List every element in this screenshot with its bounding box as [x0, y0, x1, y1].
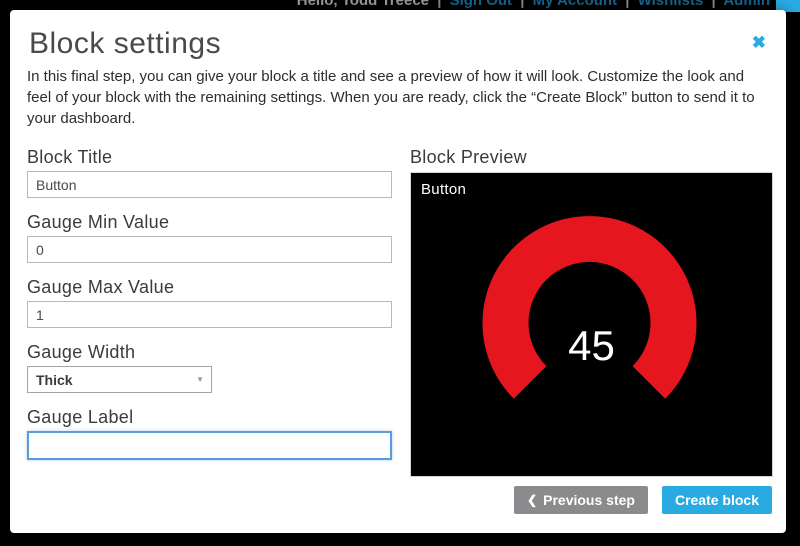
gauge-width-label: Gauge Width	[27, 341, 392, 363]
gauge-width-field-group: Gauge Width Thick ▼	[27, 341, 392, 393]
nav-separator: |	[621, 0, 633, 9]
site-nav: Hello, Todd Treece | Sign Out | My Accou…	[297, 0, 770, 9]
nav-separator: |	[708, 0, 720, 9]
nav-link-sign-out[interactable]: Sign Out	[450, 0, 513, 9]
gauge-arc-path	[483, 216, 697, 399]
create-block-label: Create block	[675, 492, 759, 508]
block-preview: Button 45	[410, 172, 773, 477]
gauge-width-select[interactable]: Thick	[27, 366, 212, 393]
modal-footer: ❮ Previous step Create block	[514, 486, 772, 514]
gauge-min-input[interactable]	[27, 236, 392, 263]
block-title-field-group: Block Title	[27, 146, 392, 198]
close-icon[interactable]: ✖	[752, 34, 766, 51]
block-title-input[interactable]	[27, 171, 392, 198]
create-block-button[interactable]: Create block	[662, 486, 772, 514]
chevron-left-icon: ❮	[527, 493, 537, 507]
gauge-max-input[interactable]	[27, 301, 392, 328]
previous-step-button[interactable]: ❮ Previous step	[514, 486, 648, 514]
gauge-max-field-group: Gauge Max Value	[27, 276, 392, 328]
gauge-label-field-group: Gauge Label	[27, 406, 392, 460]
gauge-label-label: Gauge Label	[27, 406, 392, 428]
gauge-min-field-group: Gauge Min Value	[27, 211, 392, 263]
nav-greeting: Hello, Todd Treece	[297, 0, 429, 9]
nav-link-wishlists[interactable]: Wishlists	[638, 0, 704, 9]
gauge-min-label: Gauge Min Value	[27, 211, 392, 233]
preview-section: Block Preview Button 45	[410, 146, 773, 477]
gauge-max-label: Gauge Max Value	[27, 276, 392, 298]
block-title-label: Block Title	[27, 146, 392, 168]
nav-link-admin[interactable]: Admin	[723, 0, 770, 9]
settings-form: Block Title Gauge Min Value Gauge Max Va…	[27, 146, 392, 473]
block-settings-modal: Block settings ✖ In this final step, you…	[10, 10, 786, 533]
nav-separator: |	[516, 0, 528, 9]
nav-separator: |	[433, 0, 445, 9]
gauge-value: 45	[411, 322, 772, 370]
page-title: Block settings	[29, 27, 221, 61]
nav-link-my-account[interactable]: My Account	[533, 0, 617, 9]
modal-description: In this final step, you can give your bl…	[27, 66, 769, 129]
gauge-label-input[interactable]	[27, 431, 392, 460]
previous-step-label: Previous step	[543, 492, 635, 508]
preview-heading: Block Preview	[410, 146, 773, 168]
